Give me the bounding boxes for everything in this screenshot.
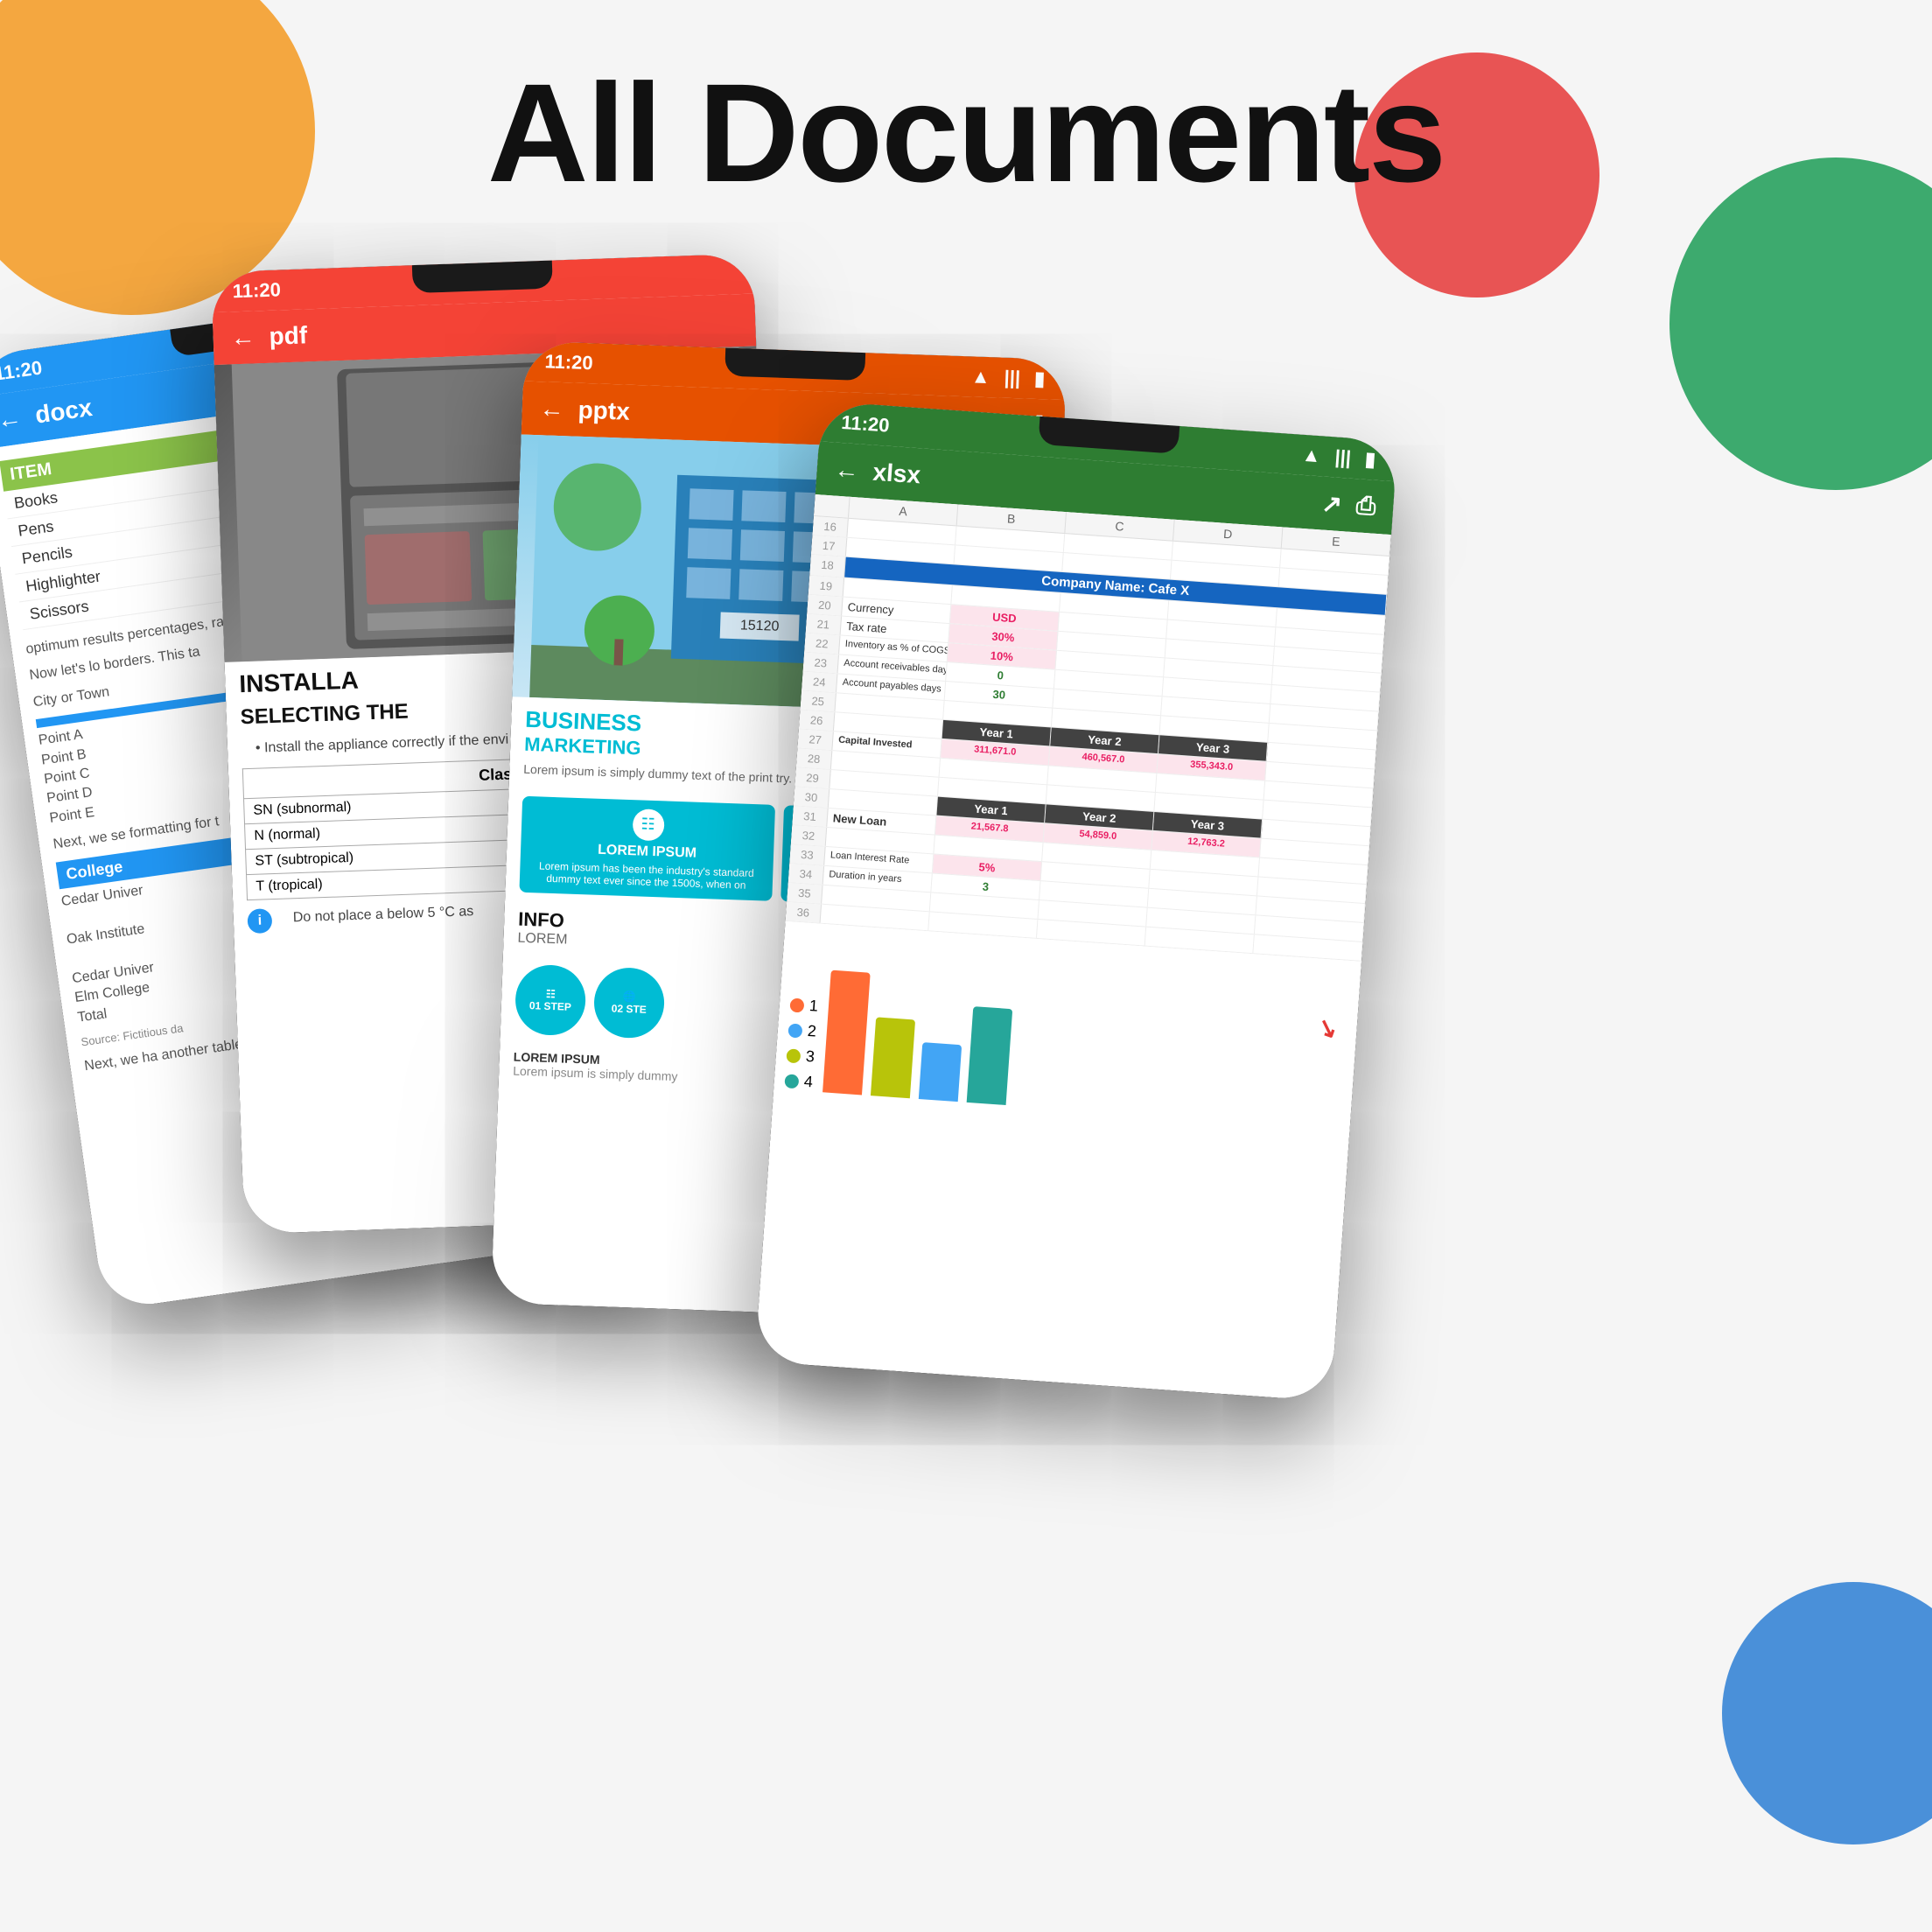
chart-arrow: ↘	[1312, 1011, 1341, 1045]
status-time-xlsx: 11:20	[841, 411, 891, 438]
col-header-num	[814, 494, 850, 518]
back-button-xlsx[interactable]: ←	[834, 455, 860, 485]
pptx-card-1: ☷ LOREM IPSUM Lorem ipsum has been the i…	[519, 795, 775, 900]
back-button-docx[interactable]: ←	[0, 403, 24, 435]
file-type-docx: docx	[33, 394, 94, 430]
chart-bars: ↘	[822, 970, 1348, 1129]
file-type-pdf: pdf	[269, 321, 308, 350]
back-button-pptx[interactable]: ←	[539, 395, 564, 424]
card-text-1: Lorem ipsum has been the industry's stan…	[528, 859, 765, 892]
back-button-pdf[interactable]: ←	[230, 323, 256, 352]
legend-dot-4	[784, 1074, 799, 1088]
phone-notch-pptx	[724, 348, 865, 382]
file-type-xlsx: xlsx	[872, 458, 922, 489]
phone-xlsx: 11:20 ▲ ||| ▮ ← xlsx ↗ ⎙ A B C D	[754, 401, 1397, 1401]
signal-icon-xlsx: |||	[1334, 445, 1352, 469]
bar-4	[967, 1006, 1013, 1105]
step-icon-symbol-2: 🌐	[623, 990, 636, 1003]
legend-item-1: 1	[789, 996, 818, 1016]
status-time-docx: 11:20	[0, 356, 44, 385]
legend-dot-2	[788, 1023, 802, 1038]
svg-text:15120: 15120	[740, 618, 780, 634]
step-label-1: 01 STEP	[529, 999, 571, 1013]
card-icon-1: ☷	[632, 808, 664, 841]
battery-icon-xlsx: ▮	[1364, 448, 1376, 472]
legend-item-4: 4	[784, 1071, 813, 1091]
legend-dot-1	[789, 998, 804, 1012]
legend-item-3: 3	[786, 1046, 815, 1066]
bar-2	[871, 1017, 915, 1098]
chart-legend: 1 2 3 4	[784, 996, 818, 1092]
bar-1	[822, 970, 871, 1096]
xlsx-status-icons: ▲ ||| ▮	[1301, 444, 1376, 472]
legend-label-2: 2	[807, 1022, 816, 1041]
wifi-icon: ▲	[970, 365, 990, 388]
pptx-status-icons: ▲ ||| ▮	[970, 365, 1045, 390]
print-icon-xlsx[interactable]: ⎙	[1355, 491, 1377, 521]
legend-label-4: 4	[803, 1073, 813, 1092]
xlsx-spreadsheet: A B C D E 16 17	[786, 494, 1392, 962]
step-icon-symbol-1: ☷	[546, 987, 556, 999]
legend-dot-3	[786, 1048, 801, 1063]
xlsx-header-icons: ↗ ⎙	[1320, 489, 1376, 522]
decorative-circle-blue	[1722, 1582, 1932, 1844]
legend-label-3: 3	[805, 1047, 815, 1067]
status-time-pdf: 11:20	[232, 278, 281, 303]
legend-label-1: 1	[808, 997, 818, 1016]
file-type-pptx: pptx	[578, 396, 630, 425]
signal-icon: |||	[1004, 367, 1020, 390]
step-label-2: 02 STE	[612, 1002, 647, 1015]
legend-item-2: 2	[788, 1020, 816, 1040]
share-icon-xlsx[interactable]: ↗	[1320, 489, 1343, 520]
battery-icon: ▮	[1034, 368, 1046, 390]
info-icon: i	[247, 908, 272, 934]
page-title: All Documents	[0, 52, 1932, 214]
phone-notch-pdf	[412, 261, 553, 294]
step-icon-1: ☷ 01 STEP	[514, 963, 587, 1036]
pdf-bullet2: Do not place a below 5 °C as	[278, 901, 473, 929]
wifi-icon-xlsx: ▲	[1301, 444, 1322, 467]
bar-3	[919, 1042, 962, 1102]
status-time-pptx: 11:20	[544, 350, 593, 374]
step-icon-2: 🌐 02 STE	[593, 966, 666, 1039]
